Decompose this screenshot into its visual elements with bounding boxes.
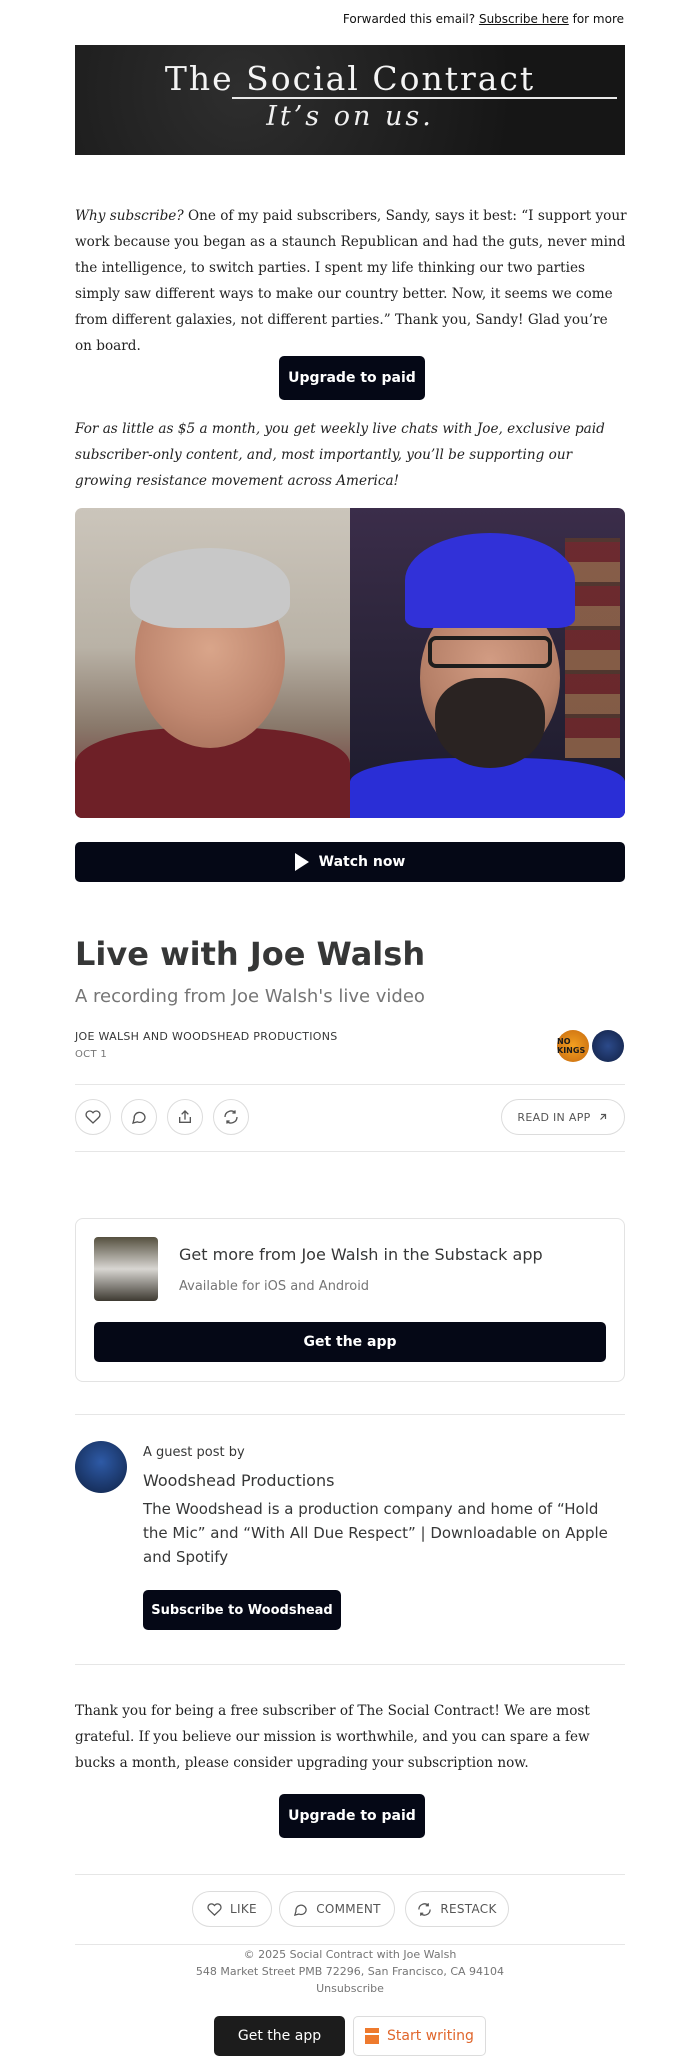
avatar-text: NO KINGS: [557, 1037, 586, 1055]
video-left-frame: [75, 508, 350, 818]
comment-button[interactable]: [121, 1099, 157, 1135]
share-button[interactable]: [167, 1099, 203, 1135]
start-writing-label: Start writing: [387, 2028, 474, 2044]
watch-now-label: Watch now: [318, 854, 406, 870]
post-authors[interactable]: JOE WALSH AND WOODSHEAD PRODUCTIONS: [75, 1030, 338, 1043]
joe-walsh-thumbnail: [94, 1237, 158, 1301]
guest-post-label: A guest post by: [143, 1445, 245, 1460]
comment-icon: [294, 1904, 307, 1916]
upgrade-button-bottom[interactable]: Upgrade to paid: [279, 1794, 425, 1838]
get-the-app-button[interactable]: Get the app: [94, 1322, 606, 1362]
banner-rule: [232, 97, 617, 99]
guest-description: The Woodshead is a production company an…: [143, 1500, 608, 1566]
app-card-subtitle: Available for iOS and Android: [179, 1279, 370, 1294]
divider: [75, 1414, 625, 1415]
comment-label: COMMENT: [316, 1902, 381, 1916]
forward-notice: Forwarded this email? Subscribe here for…: [343, 12, 624, 26]
guest-name[interactable]: Woodshead Productions: [143, 1471, 334, 1490]
intro-paragraph: Why subscribe? One of my paid subscriber…: [75, 203, 628, 359]
comment-pill-button[interactable]: COMMENT: [279, 1891, 395, 1927]
unsubscribe-link[interactable]: Unsubscribe: [0, 1982, 700, 1995]
app-card-title: Get more from Joe Walsh in the Substack …: [179, 1245, 543, 1264]
watch-now-button[interactable]: Watch now: [75, 842, 625, 882]
video-thumbnail[interactable]: [75, 508, 625, 818]
substack-logo-icon: [365, 2028, 380, 2044]
banner-tagline: It’s on us.: [266, 101, 434, 132]
footer-get-app-button[interactable]: Get the app: [214, 2016, 345, 2056]
restack-icon: [224, 1110, 238, 1124]
post-date: OCT 1: [75, 1049, 108, 1060]
play-icon: [294, 853, 309, 871]
author-avatar-woodshead[interactable]: [592, 1030, 624, 1062]
like-label: LIKE: [230, 1902, 257, 1916]
intro-lead: Why subscribe?: [75, 208, 184, 224]
heart-icon: [85, 1110, 101, 1124]
heart-icon: [207, 1902, 222, 1916]
like-button[interactable]: [75, 1099, 111, 1135]
share-icon: [179, 1110, 191, 1123]
forward-suffix: for more: [572, 12, 624, 26]
promo-paragraph: For as little as $5 a month, you get wee…: [75, 421, 605, 489]
divider: [75, 1664, 625, 1665]
woodshead-avatar[interactable]: [75, 1441, 127, 1493]
intro-body: One of my paid subscribers, Sandy, says …: [75, 208, 627, 354]
author-avatar-joe[interactable]: NO KINGS: [557, 1030, 589, 1062]
footer-address: 548 Market Street PMB 72296, San Francis…: [195, 1965, 505, 1978]
footer-copyright: © 2025 Social Contract with Joe Walsh: [243, 1948, 457, 1961]
restack-label: RESTACK: [440, 1902, 497, 1916]
divider: [75, 1874, 625, 1875]
publication-banner[interactable]: The Social Contract It’s on us.: [75, 45, 625, 155]
upgrade-button-top[interactable]: Upgrade to paid: [279, 356, 425, 400]
subscribe-woodshead-button[interactable]: Subscribe to Woodshead: [143, 1590, 341, 1630]
post-title[interactable]: Live with Joe Walsh: [75, 935, 425, 973]
read-in-app-button[interactable]: READ IN APP: [501, 1099, 625, 1135]
start-writing-button[interactable]: Start writing: [353, 2016, 486, 2056]
divider: [75, 1151, 625, 1152]
comment-icon: [132, 1111, 146, 1124]
get-app-card: Get more from Joe Walsh in the Substack …: [75, 1218, 625, 1382]
read-in-app-label: READ IN APP: [517, 1110, 591, 1124]
restack-pill-button[interactable]: RESTACK: [405, 1891, 509, 1927]
post-subtitle: A recording from Joe Walsh's live video: [75, 986, 425, 1007]
external-arrow-icon: [599, 1113, 606, 1120]
divider: [75, 1944, 625, 1945]
divider: [75, 1084, 625, 1085]
restack-button[interactable]: [213, 1099, 249, 1135]
forward-text: Forwarded this email?: [342, 12, 476, 26]
banner-title: The Social Contract: [164, 59, 536, 98]
subscribe-link[interactable]: Subscribe here: [479, 12, 569, 26]
video-right-frame: [350, 508, 625, 818]
closing-paragraph: Thank you for being a free subscriber of…: [75, 1703, 590, 1771]
restack-icon: [418, 1902, 432, 1916]
like-pill-button[interactable]: LIKE: [192, 1891, 272, 1927]
